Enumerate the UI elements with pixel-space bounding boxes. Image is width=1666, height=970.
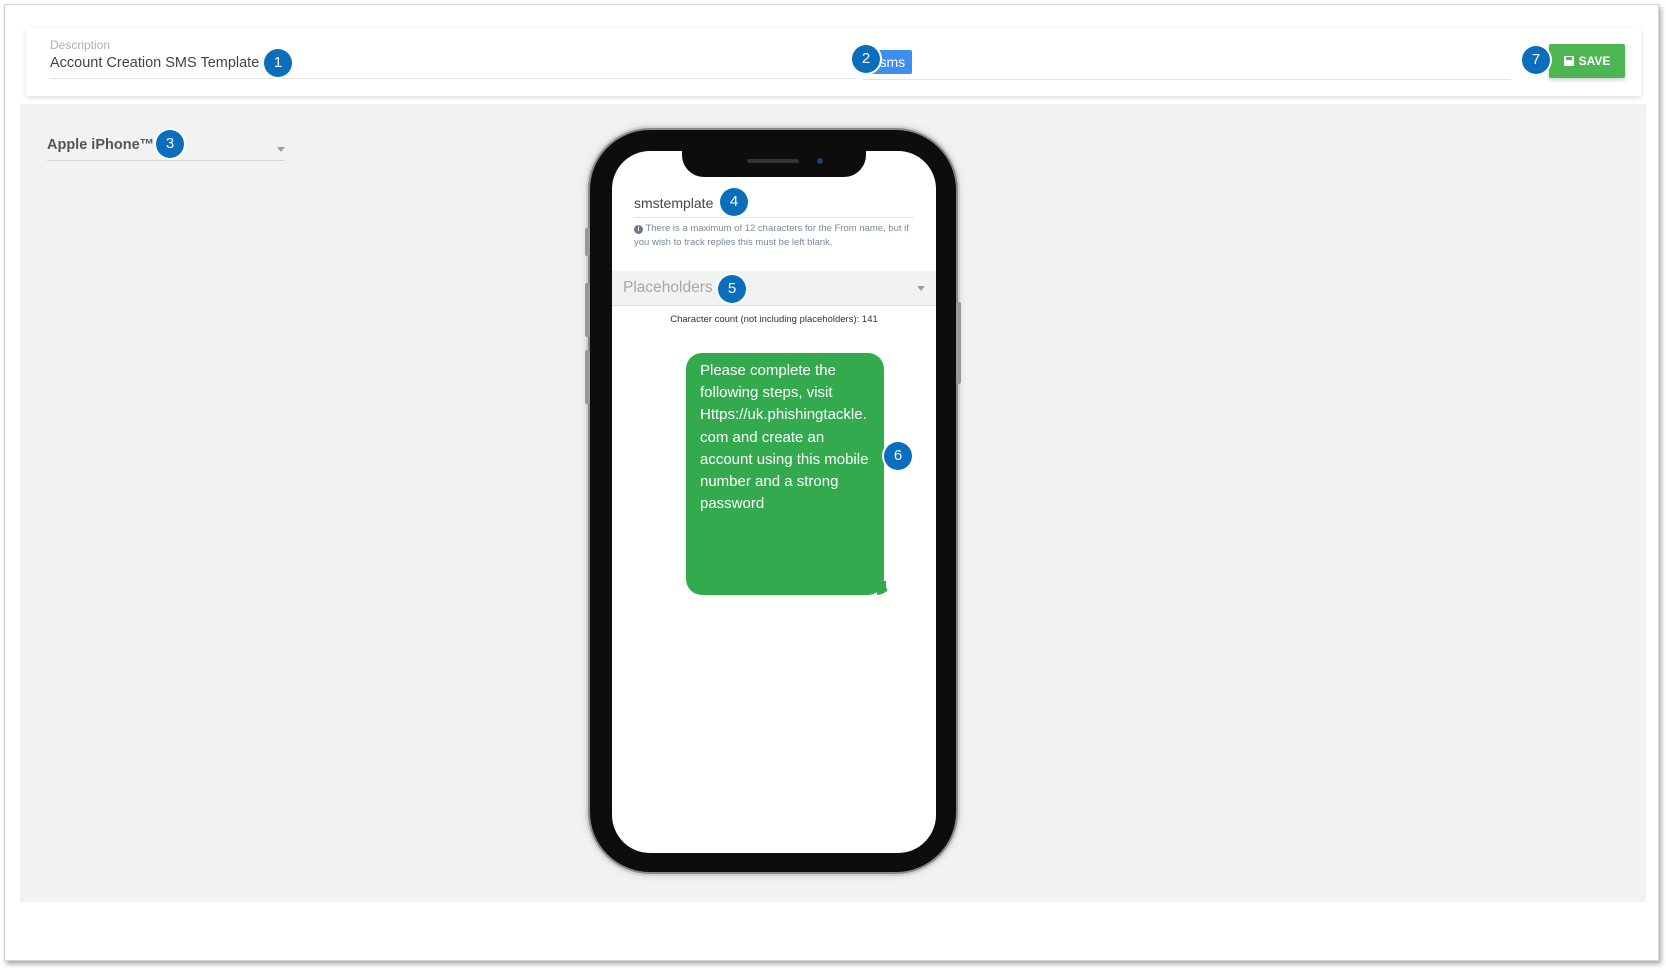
- camera-icon: [817, 158, 823, 164]
- speaker-icon: [747, 159, 799, 163]
- from-name-hint-text: There is a maximum of 12 characters for …: [634, 223, 909, 248]
- annotation-badge-5: 5: [718, 275, 746, 303]
- description-underline: [50, 78, 855, 79]
- placeholders-dropdown[interactable]: Placeholders: [612, 271, 936, 306]
- message-bubble[interactable]: Please complete the following steps, vis…: [686, 353, 898, 595]
- annotation-badge-1: 1: [264, 49, 292, 77]
- annotation-badge-2: 2: [852, 45, 880, 73]
- tag-label: sms: [879, 54, 906, 70]
- chevron-down-icon: [917, 286, 925, 291]
- phone-volume-up: [585, 283, 590, 337]
- phone-power-button: [956, 302, 961, 384]
- from-name-hint: i There is a maximum of 12 characters fo…: [634, 222, 914, 250]
- placeholders-label: Placeholders: [623, 279, 713, 296]
- from-name-input[interactable]: smstemplate: [634, 195, 713, 211]
- message-text[interactable]: Please complete the following steps, vis…: [700, 360, 872, 515]
- character-count: Character count (not including placehold…: [670, 314, 878, 325]
- info-icon: i: [634, 225, 643, 234]
- phone-notch: [682, 151, 866, 177]
- description-input[interactable]: Account Creation SMS Template: [50, 55, 259, 71]
- annotation-badge-6: 6: [884, 442, 912, 470]
- phone-mute-switch: [585, 228, 590, 256]
- phone-screen: smstemplate i There is a maximum of 12 c…: [612, 151, 936, 853]
- annotation-badge-3: 3: [156, 130, 184, 158]
- bubble-tail-mask: [886, 579, 898, 595]
- phone-mockup: smstemplate i There is a maximum of 12 c…: [585, 130, 961, 872]
- phone-volume-down: [585, 350, 590, 404]
- floppy-disk-icon: [1563, 56, 1574, 66]
- from-name-underline: [634, 217, 914, 218]
- tags-input[interactable]: ×sms: [863, 50, 1511, 80]
- save-button-label: SAVE: [1578, 54, 1611, 68]
- annotation-badge-4: 4: [720, 188, 748, 216]
- chevron-down-icon: [277, 147, 285, 152]
- device-dropdown-value: Apple iPhone™: [47, 137, 155, 153]
- description-label: Description: [50, 38, 111, 52]
- annotation-badge-7: 7: [1522, 46, 1550, 74]
- save-button[interactable]: SAVE: [1549, 44, 1625, 78]
